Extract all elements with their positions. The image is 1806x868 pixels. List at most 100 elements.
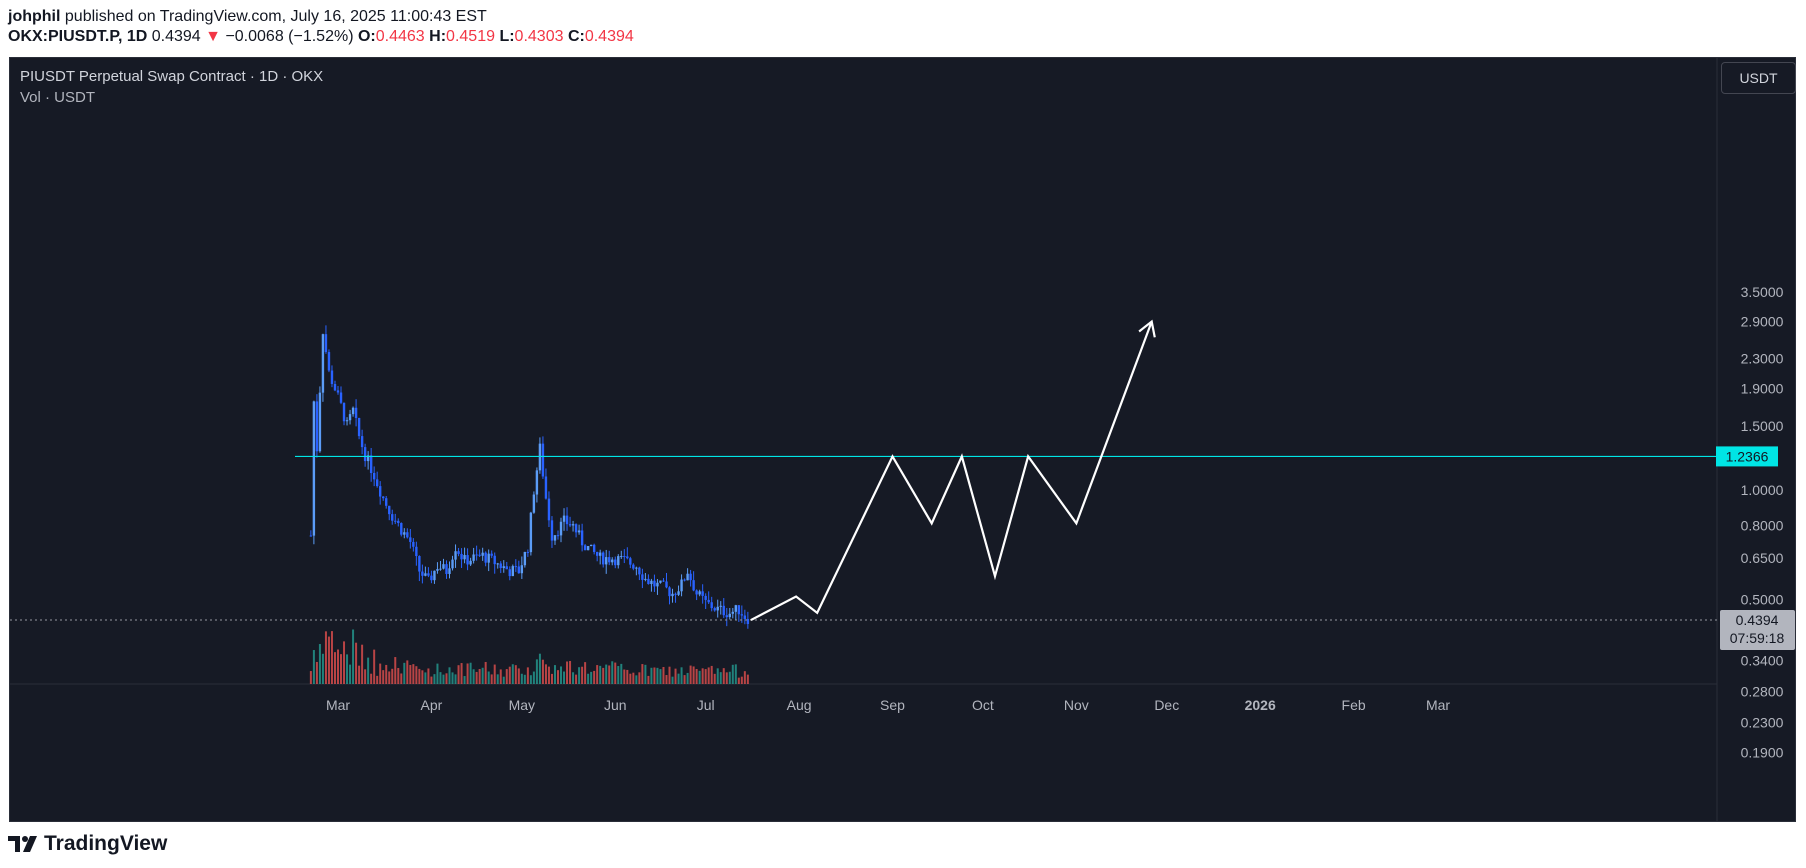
price-tick-label: 1.9000: [1741, 380, 1784, 396]
volume-bar: [445, 673, 448, 684]
bar-countdown-label: 07:59:18: [1730, 630, 1785, 646]
candle-body: [481, 552, 484, 556]
candle-body: [502, 566, 505, 569]
volume-bar: [496, 674, 499, 684]
volume-bar: [677, 673, 680, 684]
volume-bar: [361, 644, 364, 684]
time-tick-label: Mar: [1426, 697, 1450, 713]
symbol-label: OKX:PIUSDT.P, 1D: [8, 28, 148, 45]
volume-bar: [632, 672, 635, 684]
time-tick-label: 2026: [1245, 697, 1276, 713]
volume-bar: [653, 667, 656, 684]
candle-body: [577, 530, 581, 533]
price-tick-label: 2.9000: [1741, 314, 1784, 330]
candle-body: [743, 615, 747, 619]
candle-body: [719, 605, 722, 607]
candle-body: [372, 473, 376, 480]
candle-body: [653, 580, 656, 587]
volume-bar: [635, 675, 638, 684]
volume-bar: [472, 669, 475, 684]
volume-bar: [623, 669, 626, 684]
candle-body: [496, 563, 499, 565]
candle-body: [716, 606, 719, 611]
volume-bar: [358, 665, 361, 684]
volume-bar: [469, 662, 472, 684]
volume-bar: [340, 654, 343, 684]
candle-body: [406, 532, 409, 538]
author-name[interactable]: johphil: [8, 8, 60, 25]
volume-bar: [560, 666, 563, 684]
volume-bar: [665, 675, 668, 684]
volume-bar: [659, 669, 662, 684]
volume-bar: [412, 664, 415, 684]
candle-body: [656, 582, 659, 587]
time-tick-label: Dec: [1154, 697, 1179, 713]
volume-bar: [650, 667, 653, 684]
candle-body: [574, 524, 578, 533]
volume-bar: [397, 668, 400, 684]
volume-bar: [324, 631, 327, 684]
volume-bar: [614, 662, 617, 684]
time-tick-label: Feb: [1342, 697, 1366, 713]
volume-bar: [327, 636, 330, 684]
volume-bar: [493, 664, 496, 684]
volume-bar: [418, 668, 421, 684]
volume-bar: [725, 672, 728, 684]
candle-body: [418, 556, 421, 572]
candle-body: [698, 591, 701, 595]
candle-body: [445, 564, 448, 574]
volume-bar: [596, 665, 599, 684]
candle-body: [559, 521, 563, 536]
candle-body: [686, 573, 689, 581]
volume-bar: [538, 653, 541, 684]
chart-panel[interactable]: 3.5000 2.9000 2.3000 1.9000 1.5000 1.0000 0.80…: [9, 57, 1796, 822]
volume-bar: [382, 670, 385, 684]
candle-body: [454, 551, 457, 560]
volume-bar: [722, 668, 725, 684]
candle-body: [348, 414, 352, 421]
volume-bar: [373, 649, 376, 684]
candle-body: [725, 615, 728, 618]
candle-body: [605, 557, 608, 565]
volume-bar: [457, 665, 460, 684]
candle-body: [412, 541, 415, 547]
volume-bar: [349, 664, 352, 684]
candle-body: [385, 498, 388, 506]
volume-bar: [514, 665, 517, 684]
candle-body: [466, 555, 469, 565]
volume-bar: [584, 662, 587, 684]
volume-bar: [641, 664, 644, 684]
currency-button[interactable]: USDT: [1721, 62, 1796, 94]
volume-bar: [391, 668, 394, 684]
candle-body: [336, 390, 340, 393]
volume-bar: [508, 666, 511, 684]
candle-body: [589, 544, 593, 547]
volume-bar: [321, 653, 324, 684]
candle-body: [641, 574, 644, 580]
volume-bar: [611, 661, 614, 684]
candle-body: [629, 558, 632, 565]
price-tick-label: 0.5000: [1741, 592, 1784, 608]
volume-bar: [520, 673, 523, 684]
volume-bar: [529, 675, 532, 684]
volume-bar: [379, 663, 382, 684]
candle-body: [460, 553, 463, 560]
candle-body: [430, 575, 433, 581]
volume-bar: [433, 674, 436, 684]
volume-bar: [689, 665, 692, 684]
candle-body: [707, 599, 710, 603]
publish-info: johphil published on TradingView.com, Ju…: [8, 6, 487, 27]
volume-bar: [569, 660, 572, 684]
volume-bar: [602, 667, 605, 684]
volume-bar: [355, 642, 358, 684]
volume-bar: [686, 672, 689, 684]
volume-bar: [647, 675, 650, 684]
volume-bar: [385, 664, 388, 684]
candle-body: [580, 530, 584, 546]
open-label: O:: [357, 28, 376, 45]
chart-canvas[interactable]: 3.5000 2.9000 2.3000 1.9000 1.5000 1.0000 0.80…: [10, 58, 1795, 821]
volume-bar: [746, 674, 749, 684]
candle-body: [375, 479, 379, 487]
candle-body: [469, 560, 472, 565]
volume-bar: [671, 676, 674, 684]
